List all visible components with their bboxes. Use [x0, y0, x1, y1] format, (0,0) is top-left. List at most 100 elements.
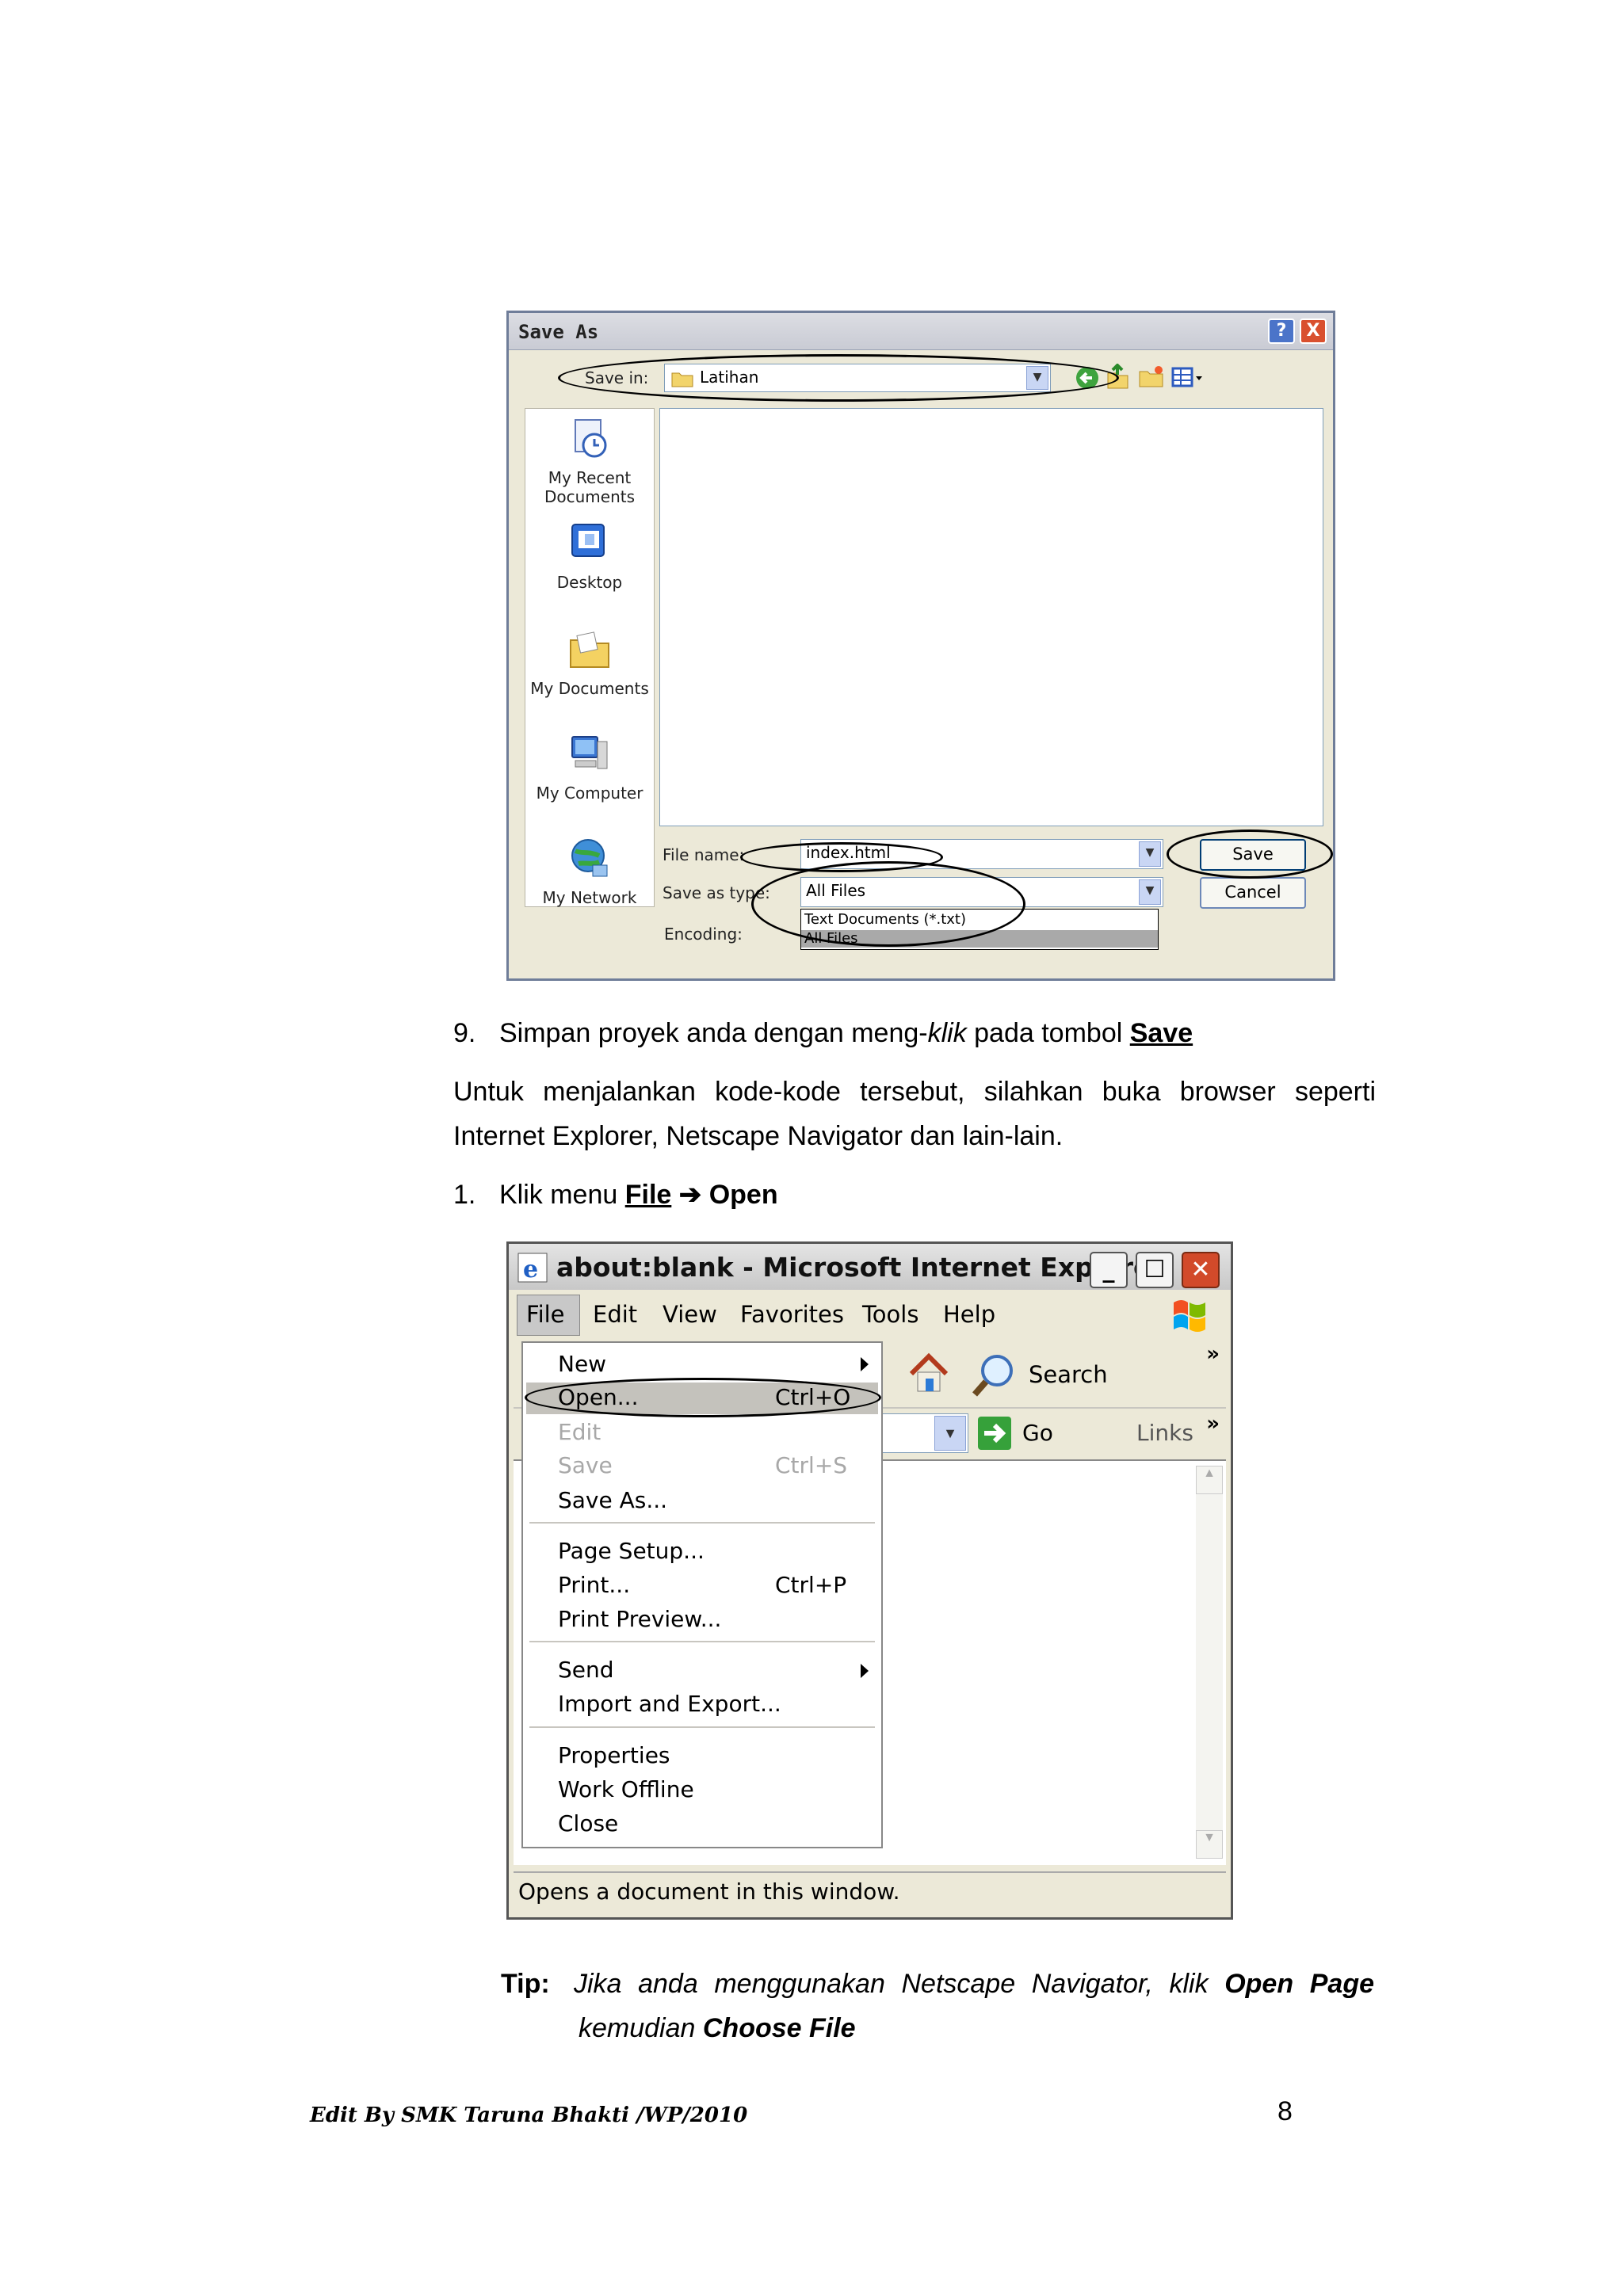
tip-text: Jika anda menggunakan Netscape Navigator… [574, 1969, 1209, 1999]
choose-file-keyword: Choose File [702, 2013, 856, 2043]
file-keyword: File [624, 1180, 672, 1210]
step-9-text: Simpan proyek anda dengan meng-klik pada… [499, 1011, 1193, 1055]
menu-item-open[interactable]: Open... [558, 1384, 639, 1410]
chevron-down-icon[interactable]: ▼ [1139, 879, 1161, 905]
file-name-value: index.html [806, 843, 891, 862]
menu-file[interactable]: File [526, 1301, 565, 1328]
tip-line-1: Tip: [501, 1962, 550, 2006]
text-run: Klik menu [499, 1180, 625, 1210]
address-field[interactable]: ▼ [881, 1413, 968, 1453]
menu-item-close[interactable]: Close [558, 1810, 618, 1836]
menu-item-send[interactable]: Send [558, 1657, 614, 1683]
menu-item-edit: Edit [558, 1419, 601, 1445]
footer-credit: Edit By SMK Taruna Bhakti /WP/2010 [310, 2103, 748, 2127]
menu-item-save-as[interactable]: Save As... [558, 1487, 667, 1513]
save-in-select[interactable]: Latihan ▼ [664, 364, 1051, 392]
menu-item-print-preview[interactable]: Print Preview... [558, 1606, 721, 1632]
my-computer-icon [571, 736, 608, 769]
search-label[interactable]: Search [1029, 1361, 1108, 1388]
up-folder-icon[interactable] [1105, 364, 1130, 391]
save-as-type-select[interactable]: All Files ▼ [800, 877, 1163, 907]
place-label: Documents [544, 487, 636, 506]
type-option-selected[interactable]: All Files [801, 930, 1158, 948]
close-button[interactable]: X [1300, 318, 1327, 344]
step-number: 9. [453, 1018, 476, 1048]
place-my-computer[interactable]: My Computer [525, 732, 654, 803]
menu-item-properties[interactable]: Properties [558, 1742, 670, 1768]
submenu-arrow-icon [861, 1664, 869, 1678]
place-my-documents[interactable]: My Documents [525, 627, 654, 698]
menu-edit[interactable]: Edit [593, 1301, 637, 1328]
menu-item-page-setup[interactable]: Page Setup... [558, 1538, 705, 1564]
recent-documents-icon [575, 419, 607, 458]
status-bar: Opens a document in this window. [514, 1871, 1226, 1914]
chevron-down-icon[interactable]: ▼ [1026, 366, 1048, 390]
folder-icon [671, 372, 693, 387]
place-my-recent-documents[interactable]: My Recent Documents [525, 417, 654, 506]
type-option[interactable]: Text Documents (*.txt) [804, 911, 966, 928]
menu-tools[interactable]: Tools [862, 1301, 918, 1328]
search-icon[interactable] [970, 1352, 1019, 1401]
links-label[interactable]: Links [1136, 1420, 1193, 1446]
chevron-down-icon[interactable]: ▼ [1139, 841, 1161, 867]
place-my-network[interactable]: My Network [525, 837, 654, 907]
chevron-down-icon[interactable]: ▼ [934, 1416, 966, 1451]
file-name-field[interactable]: index.html ▼ [800, 839, 1163, 869]
place-desktop[interactable]: Desktop [525, 521, 654, 592]
save-as-dialog: Save As ? X Save in: Latihan ▼ My Recent… [506, 311, 1335, 981]
go-arrow-icon[interactable] [976, 1415, 1013, 1451]
file-list[interactable] [659, 408, 1323, 826]
menu-item-save: Save [558, 1452, 613, 1478]
ie-title: about:blank - Microsoft Internet Explore… [556, 1252, 1164, 1283]
my-network-icon [571, 839, 608, 877]
scroll-up-icon[interactable]: ▲ [1196, 1466, 1223, 1494]
minimize-button[interactable]: _ [1090, 1252, 1128, 1288]
save-as-type-value: All Files [806, 881, 866, 900]
save-in-label: Save in: [585, 368, 649, 387]
menu-item-new[interactable]: New [558, 1351, 606, 1377]
place-label: My Computer [536, 784, 643, 803]
home-icon[interactable] [905, 1350, 953, 1398]
back-icon[interactable] [1075, 365, 1100, 391]
tip-text-line-2: kemudian Choose File [579, 2006, 856, 2050]
save-button[interactable]: Save [1200, 839, 1306, 871]
save-in-value: Latihan [700, 368, 759, 387]
encoding-label: Encoding: [664, 925, 743, 944]
place-label: My Network [542, 888, 637, 907]
ie-titlebar: e about:blank - Microsoft Internet Explo… [509, 1244, 1231, 1290]
tip-label: Tip: [501, 1969, 550, 1999]
view-menu-icon[interactable] [1171, 367, 1205, 389]
step-1: 1. Klik menu File ➔ Open [453, 1173, 778, 1217]
links-chevron[interactable]: » [1206, 1412, 1220, 1436]
windows-logo-icon [1174, 1300, 1205, 1332]
menu-item-import-export[interactable]: Import and Export... [558, 1691, 781, 1717]
menu-view[interactable]: View [663, 1301, 717, 1328]
menu-item-work-offline[interactable]: Work Offline [558, 1776, 694, 1802]
menu-help[interactable]: Help [943, 1301, 995, 1328]
new-folder-icon[interactable] [1138, 365, 1165, 389]
menu-separator [529, 1726, 875, 1728]
menu-separator [529, 1641, 875, 1642]
my-documents-icon [570, 631, 609, 668]
help-button[interactable]: ? [1268, 318, 1295, 344]
open-page-keyword: Open Page [1224, 1969, 1375, 1999]
cancel-button[interactable]: Cancel [1200, 877, 1306, 909]
menu-shortcut: Ctrl+S [775, 1452, 848, 1478]
go-label[interactable]: Go [1022, 1420, 1053, 1446]
file-name-label: File name: [663, 845, 745, 864]
page-number: 8 [1277, 2096, 1293, 2126]
text-run: Simpan proyek anda dengan meng- [499, 1018, 928, 1048]
scroll-down-icon[interactable]: ▼ [1196, 1830, 1223, 1859]
menu-favorites[interactable]: Favorites [740, 1301, 844, 1328]
vertical-scrollbar[interactable]: ▲ ▼ [1196, 1466, 1223, 1859]
menu-shortcut: Ctrl+O [775, 1384, 851, 1410]
menu-item-print[interactable]: Print... [558, 1572, 630, 1598]
paragraph-line-1: Untuk menjalankan kode-kode tersebut, si… [453, 1077, 1376, 1107]
svg-text:e: e [523, 1256, 538, 1283]
dialog-titlebar: Save As ? X [509, 313, 1333, 350]
close-button[interactable]: ✕ [1182, 1252, 1220, 1288]
maximize-button[interactable]: ☐ [1136, 1252, 1174, 1288]
toolbar-chevron[interactable]: » [1206, 1342, 1220, 1366]
places-bar: My Recent Documents Desktop My Documents… [525, 408, 655, 907]
place-label: My Documents [530, 679, 649, 698]
